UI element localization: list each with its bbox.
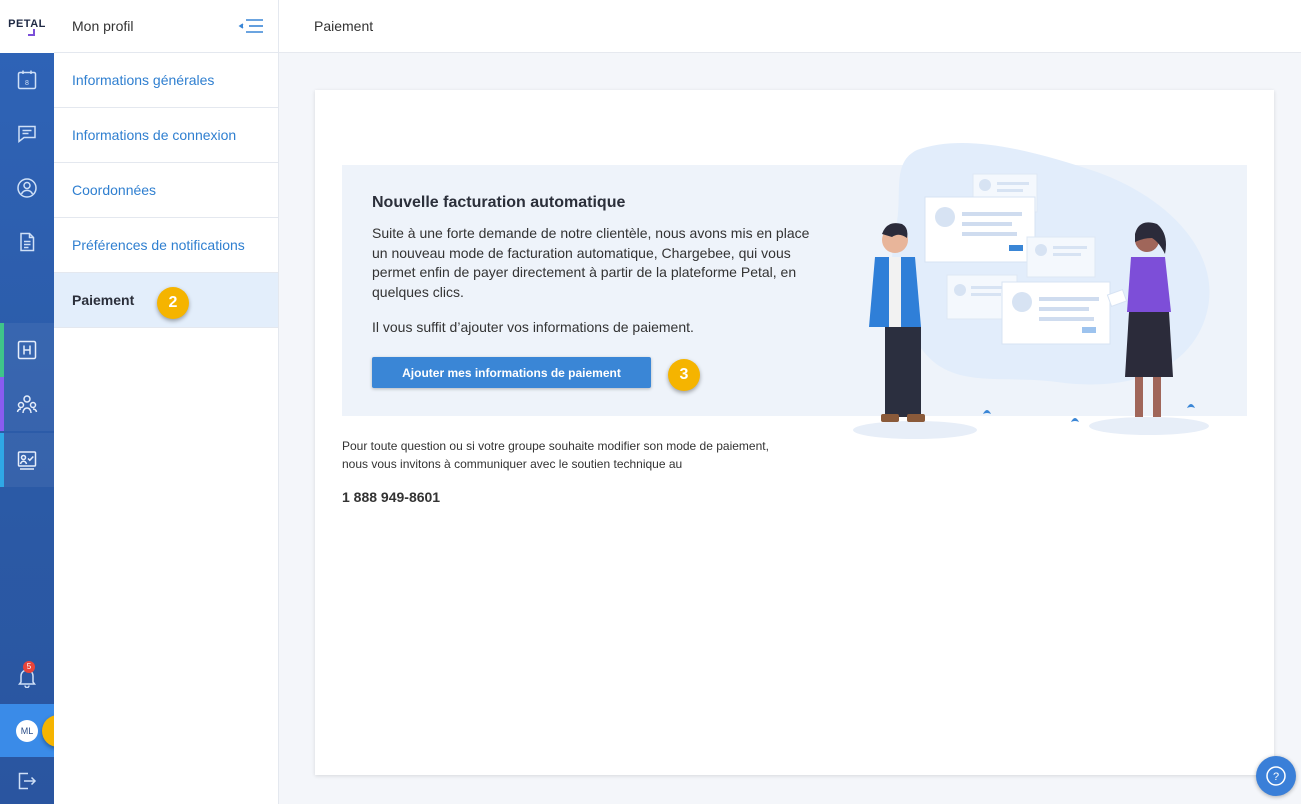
billing-illustration [853,142,1210,439]
notifications-badge: 5 [23,661,35,673]
promo-heading: Nouvelle facturation automatique [372,194,626,211]
subnav-title: Mon profil [72,18,134,34]
rail-documents-button[interactable] [0,215,54,269]
green-stripe [0,323,4,377]
board-check-icon [17,451,37,470]
rail-profile-button[interactable] [0,161,54,215]
promo-body: Suite à une forte demande de notre clien… [372,225,810,300]
chat-icon [18,125,36,144]
calendar-icon: 8 [17,70,37,90]
subnav-item-login-info[interactable]: Informations de connexion [54,108,278,163]
profile-subnav: Mon profil Informations générales Inform… [54,0,279,804]
support-notice: Pour toute question ou si votre groupe s… [342,439,769,471]
step-marker-2: 2 [157,287,189,319]
add-payment-info-button[interactable]: Ajouter mes informations de paiement [372,357,651,388]
rail-board-button[interactable] [0,433,54,487]
payment-card: Nouvelle facturation automatique Suite à… [315,90,1274,775]
subnav-item-label: Paiement [72,292,135,308]
logout-button[interactable] [0,757,54,804]
collapse-menu-icon [238,19,263,33]
svg-text:?: ? [1273,771,1279,783]
rail-hospital-button[interactable] [0,323,54,377]
subnav-item-notification-prefs[interactable]: Préférences de notifications [54,218,278,273]
petal-logo[interactable]: PETAL [0,0,54,53]
avatar: ML [16,719,38,742]
support-phone: 1 888 949-8601 [342,489,441,505]
icon-rail: PETAL 8 5 ML [0,0,54,804]
hospital-icon [17,340,37,360]
user-circle-icon [17,178,37,198]
subnav-header: Mon profil [54,0,278,53]
step-marker-3: 3 [668,359,700,391]
svg-text:8: 8 [25,80,29,87]
help-button[interactable]: ? [1256,756,1296,796]
subnav-item-general-info[interactable]: Informations générales [54,53,278,108]
document-icon [20,232,35,252]
help-icon: ? [1266,766,1286,786]
rail-calendar-button[interactable]: 8 [0,53,54,107]
promo-text-block: Nouvelle facturation automatique Suite à… [372,194,827,335]
logo-mark [27,28,35,36]
top-bar: Paiement [279,0,1301,53]
promo-instruction: Il vous suffit d’ajouter vos information… [372,319,694,335]
team-icon [16,395,38,414]
page-title: Paiement [314,18,374,34]
rail-team-button[interactable] [0,377,54,431]
rail-notifications-button[interactable]: 5 [0,650,54,704]
collapse-menu-button[interactable] [238,16,264,36]
rail-messages-button[interactable] [0,107,54,161]
purple-stripe [0,377,4,431]
blue-stripe [0,433,4,487]
subnav-item-contact-details[interactable]: Coordonnées [54,163,278,218]
logout-icon [18,772,37,789]
